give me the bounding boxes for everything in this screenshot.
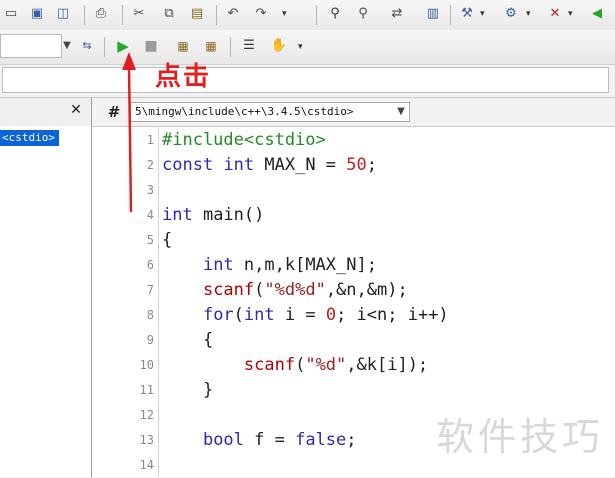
close-icon[interactable]: ✕ [68, 101, 84, 119]
code-text: } [162, 380, 214, 400]
line-number: 12 [139, 408, 154, 422]
secondary-toolbar: ▼ ⇆ ▶ ■ ▦ ▦ ☰ ✋ ▾ [0, 30, 615, 65]
annotation-label: 点击 [155, 62, 212, 92]
compile-dropdown-arrow[interactable]: ▾ [480, 9, 485, 19]
code-line[interactable]: 2 const int MAX_N = 50; [92, 153, 615, 178]
find-icon[interactable]: ⚲ [326, 5, 344, 23]
file-path-select[interactable]: 5\mingw\include\c++\3.4.5\cstdio> ▼ [130, 102, 410, 122]
code-line[interactable]: 4 int main() [92, 203, 615, 228]
document-icon[interactable]: ▭ [2, 5, 20, 23]
code-line[interactable]: 11 } [92, 378, 615, 403]
file-path-text: 5\mingw\include\c++\3.4.5\cstdio> [135, 105, 354, 118]
line-number: 8 [146, 308, 154, 322]
toolbar-separator [230, 37, 231, 57]
watermark: 软件技巧 [436, 415, 605, 459]
code-text: const int MAX_N = 50; [162, 155, 378, 175]
chevron-down-icon[interactable]: ▼ [62, 34, 72, 58]
hand-icon[interactable]: ✋ [270, 37, 288, 55]
toolbar-separator [122, 5, 123, 25]
line-number: 7 [146, 283, 154, 297]
find-next-icon[interactable]: ⚲ [354, 5, 372, 23]
code-text: #include<cstdio> [162, 130, 326, 150]
line-number: 4 [146, 208, 154, 222]
code-text: { [162, 230, 173, 250]
code-line[interactable]: 1 #include<cstdio> [92, 128, 615, 153]
toolbar-combo[interactable] [0, 34, 62, 58]
code-text: scanf("%d%d",&n,&m); [202, 280, 408, 300]
toolbar-separator [104, 37, 105, 57]
line-number: 13 [139, 433, 154, 447]
line-number: 14 [139, 458, 154, 472]
save-all-icon[interactable]: ◫ [54, 5, 72, 23]
list-icon[interactable]: ☰ [240, 37, 258, 55]
build-icon[interactable]: ⚙ [502, 5, 520, 23]
goto-icon[interactable]: ⇆ [78, 37, 96, 55]
line-number: 11 [139, 383, 154, 397]
code-line[interactable]: 7 scanf("%d%d",&n,&m); [92, 278, 615, 303]
line-number: 6 [146, 258, 154, 272]
hand-dropdown-arrow[interactable]: ▾ [298, 42, 303, 52]
code-line[interactable]: 10 scanf("%d",&k[i]); [92, 353, 615, 378]
debug-icon[interactable]: ▦ [174, 37, 192, 55]
main-toolbar: ▭ ▣ ◫ ⎙ ✂ ⧉ ▤ ↶ ↷ ▾ ⚲ ⚲ ⇄ ▥ ⚒ ▾ ⚙ ▾ ✕ ▾ … [0, 0, 615, 31]
build-dropdown-arrow[interactable]: ▾ [526, 9, 531, 19]
paste-icon[interactable]: ▤ [188, 5, 206, 23]
code-text: scanf("%d",&k[i]); [243, 355, 429, 375]
sidebar-item-cstdio[interactable]: <cstdio> [0, 130, 59, 146]
panel-header: ✕ [0, 98, 91, 126]
print-icon[interactable]: ⎙ [92, 5, 110, 23]
toolbar-separator [316, 5, 317, 25]
line-number: 2 [146, 158, 154, 172]
code-line[interactable]: 8 for(int i = 0; i<n; i++) [92, 303, 615, 328]
code-line[interactable]: 9 { [92, 328, 615, 353]
hash-icon[interactable]: # [104, 102, 124, 122]
line-number: 1 [146, 133, 154, 147]
arrow-icon[interactable]: ◀ [588, 5, 606, 23]
replace-icon[interactable]: ⇄ [388, 5, 406, 23]
line-number: 9 [146, 333, 154, 347]
redo-icon[interactable]: ↷ [252, 5, 270, 23]
editor-tab-bar: # 5\mingw\include\c++\3.4.5\cstdio> ▼ [92, 98, 615, 127]
code-text: int main() [162, 205, 265, 225]
stop-build-dropdown-arrow[interactable]: ▾ [568, 9, 573, 19]
cut-icon[interactable]: ✂ [130, 5, 148, 23]
undo-icon[interactable]: ↶ [224, 5, 242, 23]
line-number: 10 [139, 358, 154, 372]
compile-icon[interactable]: ⚒ [458, 5, 476, 23]
code-text: { [162, 330, 214, 350]
line-number: 5 [146, 233, 154, 247]
code-line[interactable]: 3 [92, 178, 615, 203]
run-icon[interactable]: ▶ [114, 37, 132, 55]
code-line[interactable]: 5{ [92, 228, 615, 253]
code-text: bool f = false; [202, 430, 357, 450]
redo-dropdown-arrow[interactable]: ▾ [282, 9, 287, 19]
strip-field [2, 67, 609, 93]
code-line[interactable]: 6 int n,m,k[MAX_N]; [92, 253, 615, 278]
toolbar-separator [216, 5, 217, 25]
code-text: int n,m,k[MAX_N]; [202, 255, 377, 275]
toolbar-separator [84, 5, 85, 25]
chevron-down-icon[interactable]: ▼ [393, 103, 409, 121]
code-text: for(int i = 0; i<n; i++) [202, 305, 449, 325]
debug2-icon[interactable]: ▦ [202, 37, 220, 55]
stop-icon[interactable]: ■ [142, 37, 160, 55]
line-number: 3 [146, 183, 154, 197]
save-icon[interactable]: ▣ [28, 5, 46, 23]
toolbar-strip [0, 65, 615, 98]
stop-build-icon[interactable]: ✕ [546, 5, 564, 23]
toolbar-separator [450, 5, 451, 25]
bookmark-icon[interactable]: ▥ [424, 5, 442, 23]
copy-icon[interactable]: ⧉ [160, 5, 178, 23]
class-browser-panel: ✕ <cstdio> [0, 98, 92, 477]
